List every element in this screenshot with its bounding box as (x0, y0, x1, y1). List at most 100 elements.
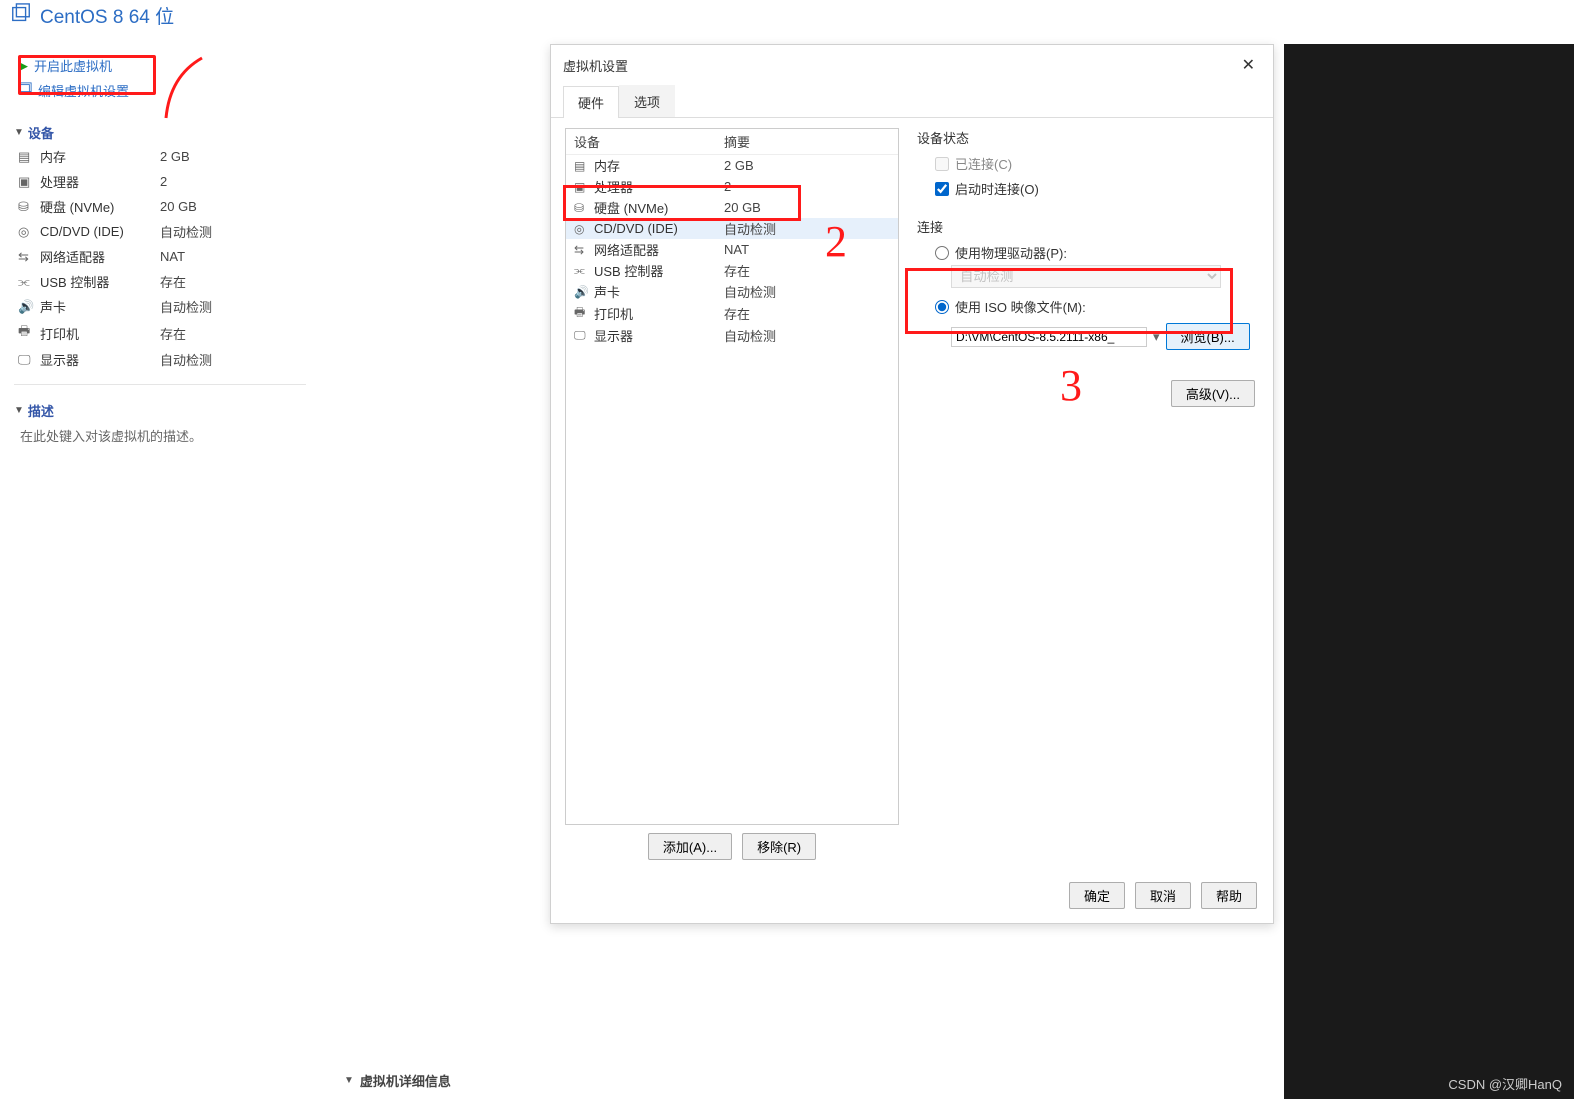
help-button[interactable]: 帮助 (1201, 882, 1257, 909)
dialog-titlebar: 虚拟机设置 ✕ (551, 45, 1273, 85)
tab-hardware[interactable]: 硬件 (563, 86, 619, 118)
usb-icon: ⫘ (574, 263, 594, 278)
hardware-table-row[interactable]: 🖵显示器自动检测 (566, 325, 898, 346)
device-name: 声卡 (40, 297, 160, 316)
sidebar-device-list: ▤内存2 GB▣处理器2⛁硬盘 (NVMe)20 GB◎CD/DVD (IDE)… (0, 144, 320, 380)
device-name: 网络适配器 (40, 247, 160, 266)
edit-icon (18, 82, 32, 99)
cancel-button[interactable]: 取消 (1135, 882, 1191, 909)
device-name: 声卡 (594, 282, 724, 301)
device-summary: 2 (160, 174, 167, 189)
iso-path-input[interactable] (951, 327, 1147, 347)
snd-icon: 🔊 (18, 299, 40, 315)
device-name: 显示器 (40, 350, 160, 369)
connected-label: 已连接(C) (955, 154, 1012, 173)
device-name: 处理器 (594, 177, 724, 196)
sidebar-device-row[interactable]: 🔊声卡自动检测 (0, 294, 320, 319)
sidebar-device-row[interactable]: ⛁硬盘 (NVMe)20 GB (0, 194, 320, 219)
device-summary: 2 GB (160, 149, 190, 164)
device-name: 内存 (594, 156, 724, 175)
usb-icon: ⫘ (18, 274, 40, 290)
cd-icon: ◎ (574, 222, 594, 236)
sidebar-device-row[interactable]: 🖶打印机存在 (0, 319, 320, 347)
mem-icon: ▤ (574, 159, 594, 173)
connect-at-poweron-checkbox[interactable] (935, 182, 949, 196)
hardware-device-table: 设备 摘要 ▤内存2 GB▣处理器2⛁硬盘 (NVMe)20 GB◎CD/DVD… (565, 128, 899, 825)
mem-icon: ▤ (18, 149, 40, 165)
chevron-down-icon: ▼ (14, 405, 24, 416)
device-summary: 自动检测 (724, 219, 776, 238)
watermark: CSDN @汉卿HanQ (1448, 1074, 1562, 1093)
use-physical-radio[interactable] (935, 246, 949, 260)
device-name: USB 控制器 (40, 272, 160, 291)
hardware-table-row[interactable]: ▤内存2 GB (566, 155, 898, 176)
net-icon: ⇆ (18, 249, 40, 265)
hardware-table-row[interactable]: ⫘USB 控制器存在 (566, 260, 898, 281)
tab-options[interactable]: 选项 (619, 85, 675, 117)
device-summary: NAT (160, 249, 185, 264)
description-section-header[interactable]: ▼ 描述 (0, 395, 320, 422)
device-summary: 自动检测 (160, 297, 212, 316)
sidebar-device-row[interactable]: ⫘USB 控制器存在 (0, 269, 320, 294)
chevron-down-icon: ▼ (344, 1075, 354, 1086)
description-placeholder[interactable]: 在此处键入对该虚拟机的描述。 (0, 422, 320, 449)
sidebar-device-row[interactable]: ◎CD/DVD (IDE)自动检测 (0, 219, 320, 244)
device-name: 硬盘 (NVMe) (40, 197, 160, 216)
sidebar: ▶ 开启此虚拟机 编辑虚拟机设置 ▼ 设备 ▤内存2 GB▣处理器2⛁硬盘 (N… (0, 31, 320, 449)
prn-icon: 🖶 (574, 303, 594, 324)
edit-vm-settings-link[interactable]: 编辑虚拟机设置 (0, 78, 320, 103)
use-iso-label: 使用 ISO 映像文件(M): (955, 297, 1086, 316)
cd-icon: ◎ (18, 224, 40, 240)
vm-settings-dialog: 虚拟机设置 ✕ 硬件 选项 设备 摘要 ▤内存2 GB▣处理器2⛁硬盘 (NVM… (550, 44, 1274, 924)
connected-checkbox (935, 157, 949, 171)
device-summary: 存在 (160, 272, 186, 291)
add-device-button[interactable]: 添加(A)... (648, 833, 732, 860)
use-iso-radio[interactable] (935, 300, 949, 314)
status-title: 设备状态 (917, 128, 1255, 147)
ok-button[interactable]: 确定 (1069, 882, 1125, 909)
play-icon: ▶ (18, 58, 28, 74)
advanced-button[interactable]: 高级(V)... (1171, 380, 1255, 407)
hardware-table-row[interactable]: ▣处理器2 (566, 176, 898, 197)
browse-button[interactable]: 浏览(B)... (1166, 323, 1250, 350)
vm-detail-section-header[interactable]: ▼ 虚拟机详细信息 (320, 1069, 1574, 1091)
device-summary: 自动检测 (160, 222, 212, 241)
hardware-table-row[interactable]: 🔊声卡自动检测 (566, 281, 898, 302)
edit-vm-label: 编辑虚拟机设置 (38, 81, 129, 100)
device-name: 硬盘 (NVMe) (594, 198, 724, 217)
connection-title: 连接 (917, 217, 1255, 236)
device-summary: 自动检测 (160, 350, 212, 369)
device-name: 打印机 (594, 304, 724, 323)
table-head: 设备 摘要 (566, 129, 898, 155)
vm-display-area (1284, 44, 1574, 1099)
hardware-table-row[interactable]: ⇆网络适配器NAT (566, 239, 898, 260)
dsp-icon: 🖵 (18, 352, 40, 368)
dsp-icon: 🖵 (574, 328, 594, 343)
cpu-icon: ▣ (574, 180, 594, 194)
device-summary: 存在 (160, 324, 186, 343)
cpu-icon: ▣ (18, 174, 40, 190)
vm-tab-icon (10, 3, 32, 28)
power-on-label: 开启此虚拟机 (34, 56, 112, 75)
sidebar-device-row[interactable]: ⇆网络适配器NAT (0, 244, 320, 269)
remove-device-button[interactable]: 移除(R) (742, 833, 816, 860)
hardware-table-row[interactable]: ⛁硬盘 (NVMe)20 GB (566, 197, 898, 218)
col-device: 设备 (574, 132, 724, 151)
sidebar-device-row[interactable]: 🖵显示器自动检测 (0, 347, 320, 372)
device-name: 打印机 (40, 324, 160, 343)
vm-title: CentOS 8 64 位 (40, 2, 174, 29)
sidebar-device-row[interactable]: ▤内存2 GB (0, 144, 320, 169)
devices-section-label: 设备 (28, 123, 54, 142)
device-name: 显示器 (594, 326, 724, 345)
power-on-link[interactable]: ▶ 开启此虚拟机 (0, 53, 320, 78)
hardware-table-row[interactable]: 🖶打印机存在 (566, 302, 898, 325)
chevron-down-icon: ▼ (14, 127, 24, 138)
sidebar-device-row[interactable]: ▣处理器2 (0, 169, 320, 194)
device-name: CD/DVD (IDE) (40, 224, 160, 239)
device-summary: 2 (724, 179, 731, 194)
hardware-table-row[interactable]: ◎CD/DVD (IDE)自动检测 (566, 218, 898, 239)
dialog-footer: 确定 取消 帮助 (551, 868, 1273, 923)
devices-section-header[interactable]: ▼ 设备 (0, 117, 320, 144)
close-icon[interactable]: ✕ (1236, 53, 1261, 77)
device-name: 网络适配器 (594, 240, 724, 259)
